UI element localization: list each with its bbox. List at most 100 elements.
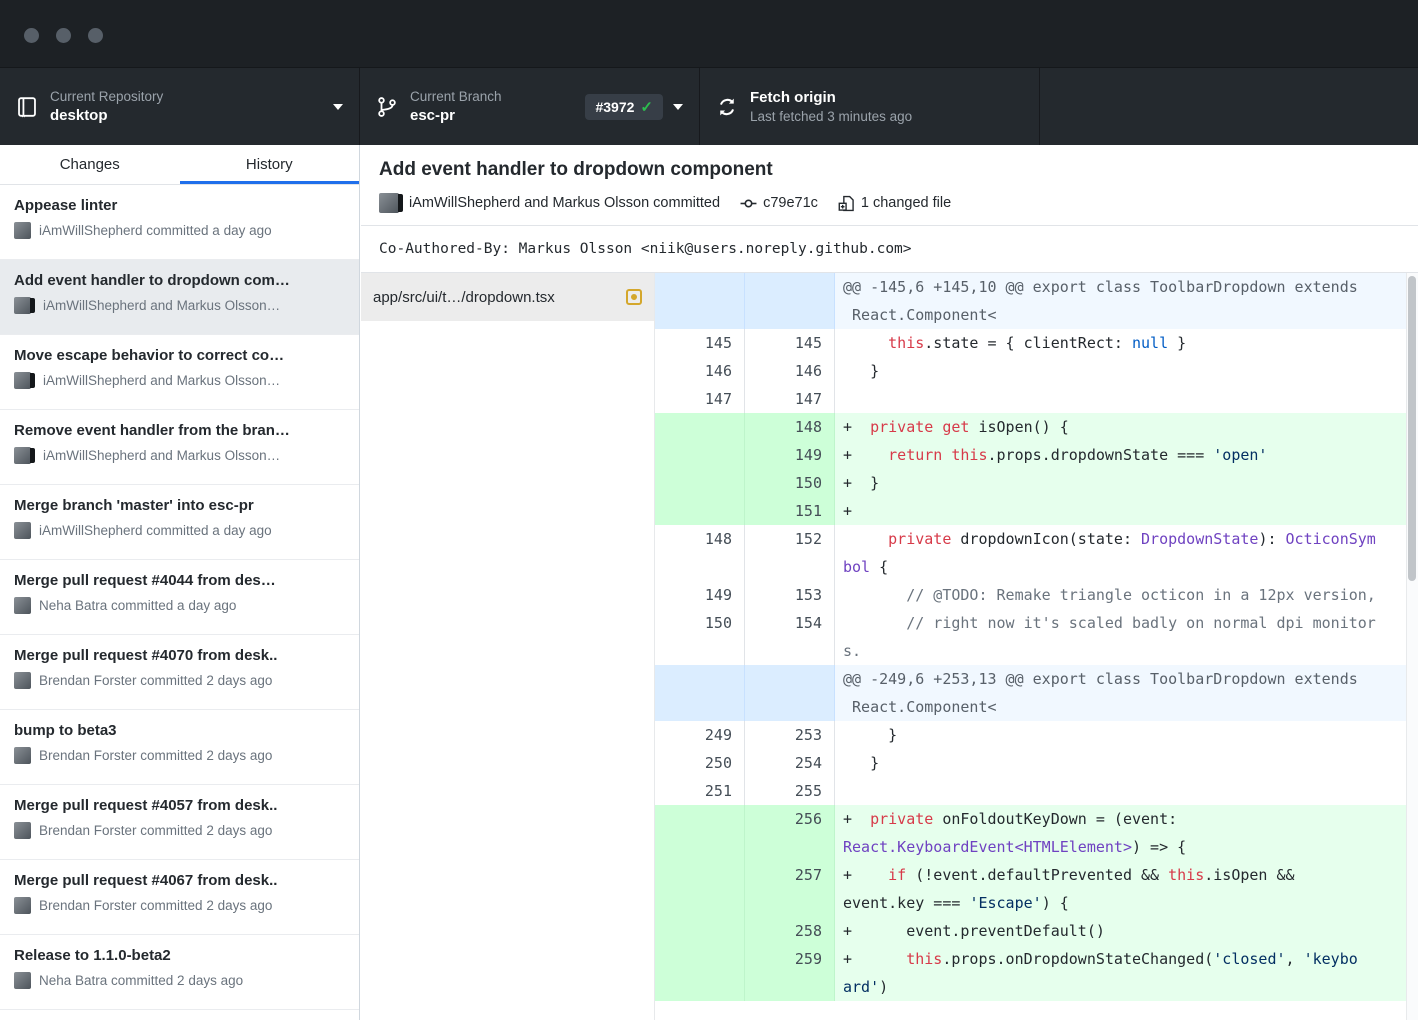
diff-code: } bbox=[835, 749, 1406, 777]
commit-list-title: Merge pull request #4044 from des… bbox=[14, 572, 345, 589]
tab-changes[interactable]: Changes bbox=[0, 145, 180, 184]
diff-code bbox=[835, 777, 1406, 805]
diff-gutter-new bbox=[745, 273, 835, 329]
commit-title: Add event handler to dropdown component bbox=[379, 159, 1400, 181]
commit-list-item[interactable]: Merge pull request #4044 from des… Neha B… bbox=[0, 560, 359, 635]
commit-list-item[interactable]: Move escape behavior to correct co…iAmWi… bbox=[0, 335, 359, 410]
diff-view: @@ -145,6 +145,10 @@ export class Toolba… bbox=[655, 273, 1418, 1020]
commit-list-meta-text: Brendan Forster committed 2 days ago bbox=[39, 898, 272, 913]
file-list-item[interactable]: app/src/ui/t…/dropdown.tsx bbox=[361, 273, 654, 321]
avatar bbox=[14, 222, 31, 239]
diff-gutter-new: 154 bbox=[745, 609, 835, 665]
diff-code: + } bbox=[835, 469, 1406, 497]
commit-list-meta-text: Neha Batra committed a day ago bbox=[39, 598, 236, 613]
diff-code: // right now it's scaled badly on normal… bbox=[835, 609, 1406, 665]
diff-row: 150+ } bbox=[655, 469, 1406, 497]
minimize-window-button[interactable] bbox=[56, 28, 71, 43]
diff-gutter-old: 146 bbox=[655, 357, 745, 385]
diff-gutter-old: 250 bbox=[655, 749, 745, 777]
diff-gutter-old bbox=[655, 945, 745, 1001]
diff-row: 146146 } bbox=[655, 357, 1406, 385]
diff-gutter-old bbox=[655, 917, 745, 945]
diff-code: + this.props.onDropdownStateChanged('clo… bbox=[835, 945, 1406, 1001]
diff-code: @@ -145,6 +145,10 @@ export class Toolba… bbox=[835, 273, 1406, 329]
changed-file-icon bbox=[838, 195, 855, 212]
diff-scrollbar bbox=[1406, 273, 1418, 1020]
commit-list-item[interactable]: Remove event handler from the bran…iAmWi… bbox=[0, 410, 359, 485]
diff-code: private dropdownIcon(state: DropdownStat… bbox=[835, 525, 1406, 581]
commit-list-item[interactable]: Appease linter iAmWillShepherd committed … bbox=[0, 185, 359, 260]
commit-list-title: Appease linter bbox=[14, 197, 345, 214]
diff-row: 151+ bbox=[655, 497, 1406, 525]
commit-list-meta: iAmWillShepherd and Markus Olsson… bbox=[14, 297, 345, 314]
close-window-button[interactable] bbox=[24, 28, 39, 43]
changed-files-count: 1 changed file bbox=[861, 195, 951, 211]
current-repository-dropdown[interactable]: Current Repository desktop bbox=[0, 68, 360, 145]
diff-gutter-old: 251 bbox=[655, 777, 745, 805]
diff-gutter-new: 148 bbox=[745, 413, 835, 441]
pull-request-number: #3972 bbox=[595, 99, 634, 115]
diff-gutter-old: 145 bbox=[655, 329, 745, 357]
fetch-origin-button[interactable]: Fetch origin Last fetched 3 minutes ago bbox=[700, 68, 1040, 145]
commit-sha: c79e71c bbox=[763, 195, 818, 211]
diff-row: 250254 } bbox=[655, 749, 1406, 777]
diff-row: 251255 bbox=[655, 777, 1406, 805]
commit-list-meta-text: iAmWillShepherd and Markus Olsson… bbox=[43, 448, 280, 463]
commit-list-item[interactable]: Release to 1.1.0-beta2Neha Batra committ… bbox=[0, 935, 359, 1010]
diff-gutter-new: 145 bbox=[745, 329, 835, 357]
diff-gutter-old bbox=[655, 413, 745, 441]
diff-gutter-old bbox=[655, 861, 745, 917]
repo-icon bbox=[16, 96, 38, 118]
diff-row: 148+ private get isOpen() { bbox=[655, 413, 1406, 441]
diff-gutter-new: 259 bbox=[745, 945, 835, 1001]
diff-row: 259+ this.props.onDropdownStateChanged('… bbox=[655, 945, 1406, 1001]
file-modified-status-icon bbox=[626, 289, 642, 305]
commit-list-meta: iAmWillShepherd and Markus Olsson… bbox=[14, 447, 345, 464]
avatar bbox=[14, 522, 31, 539]
diff-row: 257+ if (!event.defaultPrevented && this… bbox=[655, 861, 1406, 917]
diff-gutter-new: 147 bbox=[745, 385, 835, 413]
diff-row: 150154 // right now it's scaled badly on… bbox=[655, 609, 1406, 665]
commit-list-item[interactable]: Merge branch 'master' into esc-pr iAmWill… bbox=[0, 485, 359, 560]
avatar bbox=[14, 897, 31, 914]
diff-row: 149153 // @TODO: Remake triangle octicon… bbox=[655, 581, 1406, 609]
sidebar-tabs: Changes History bbox=[0, 145, 359, 185]
diff-gutter-new: 149 bbox=[745, 441, 835, 469]
current-repository-value: desktop bbox=[50, 107, 323, 124]
commit-list-meta: iAmWillShepherd committed a day ago bbox=[14, 222, 345, 239]
diff-gutter-new: 146 bbox=[745, 357, 835, 385]
avatar bbox=[14, 597, 31, 614]
traffic-lights bbox=[24, 28, 103, 43]
diff-gutter-new: 253 bbox=[745, 721, 835, 749]
commit-list-title: Merge branch 'master' into esc-pr bbox=[14, 497, 345, 514]
avatar bbox=[14, 447, 31, 464]
commit-list-item[interactable]: Add event handler to dropdown com…iAmWil… bbox=[0, 260, 359, 335]
zoom-window-button[interactable] bbox=[88, 28, 103, 43]
chevron-down-icon bbox=[333, 104, 343, 110]
git-branch-icon bbox=[376, 96, 398, 118]
commit-list-title: Merge pull request #4067 from desk.. bbox=[14, 872, 345, 889]
diff-gutter-new: 151 bbox=[745, 497, 835, 525]
commit-list-meta: Brendan Forster committed 2 days ago bbox=[14, 747, 345, 764]
diff-code: + event.preventDefault() bbox=[835, 917, 1406, 945]
commit-list-meta-text: Brendan Forster committed 2 days ago bbox=[39, 673, 272, 688]
commit-list-meta: iAmWillShepherd committed a day ago bbox=[14, 522, 345, 539]
commit-detail-panel: Add event handler to dropdown component … bbox=[361, 145, 1418, 1020]
pull-request-badge[interactable]: #3972 ✓ bbox=[585, 94, 663, 120]
commit-header: Add event handler to dropdown component … bbox=[361, 145, 1418, 225]
diff-code: @@ -249,6 +253,13 @@ export class Toolba… bbox=[835, 665, 1406, 721]
current-branch-dropdown[interactable]: Current Branch esc-pr #3972 ✓ bbox=[360, 68, 700, 145]
diff-scrollbar-thumb[interactable] bbox=[1408, 276, 1416, 581]
commit-list-item[interactable]: Merge pull request #4067 from desk.. Bren… bbox=[0, 860, 359, 935]
commit-list-item[interactable]: Merge pull request #4070 from desk.. Bren… bbox=[0, 635, 359, 710]
diff-gutter-new: 254 bbox=[745, 749, 835, 777]
diff-gutter-old bbox=[655, 497, 745, 525]
commit-list-item[interactable]: bump to beta3Brendan Forster committed 2… bbox=[0, 710, 359, 785]
commit-list-title: Merge pull request #4070 from desk.. bbox=[14, 647, 345, 664]
diff-code: + bbox=[835, 497, 1406, 525]
tab-history[interactable]: History bbox=[180, 145, 360, 184]
commit-list-meta: Brendan Forster committed 2 days ago bbox=[14, 897, 345, 914]
commit-list-item[interactable]: Merge pull request #4073 from desk.. bbox=[0, 1010, 359, 1020]
diff-gutter-new bbox=[745, 665, 835, 721]
commit-list-item[interactable]: Merge pull request #4057 from desk..Bren… bbox=[0, 785, 359, 860]
